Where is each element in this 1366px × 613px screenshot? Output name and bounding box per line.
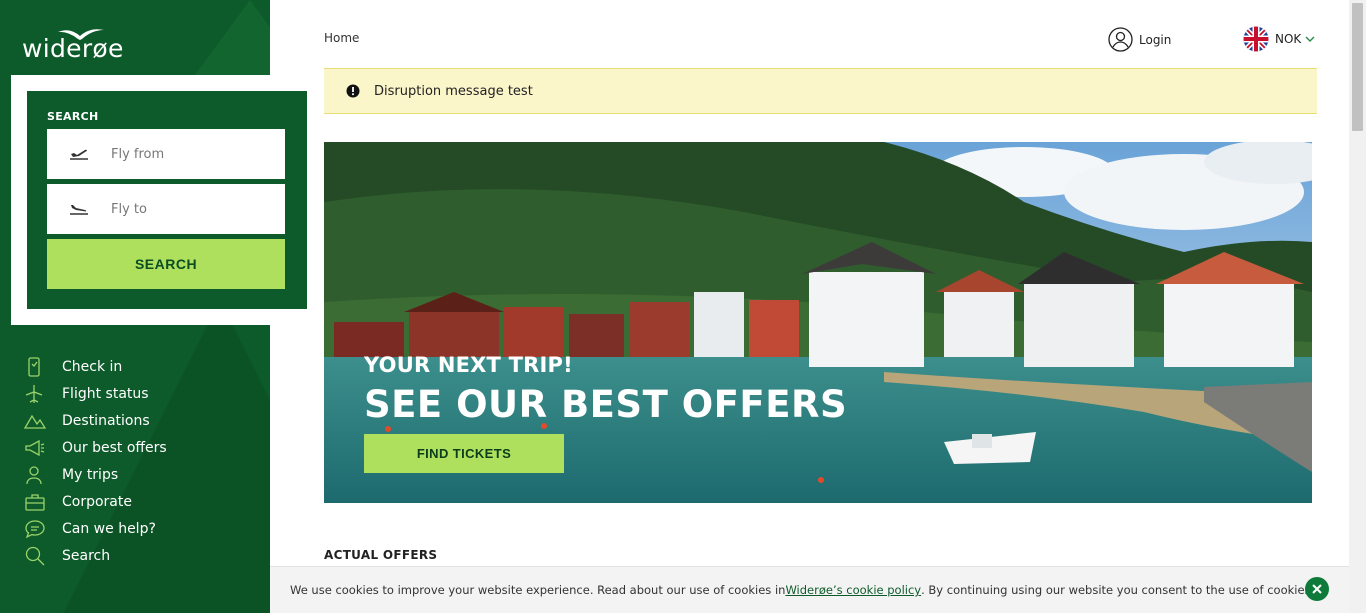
nav-item-search[interactable]: Search xyxy=(24,542,167,569)
disruption-alert: Disruption message test xyxy=(324,68,1317,114)
plane-icon xyxy=(24,384,62,404)
nav-item-help[interactable]: Can we help? xyxy=(24,515,167,542)
breadcrumb[interactable]: Home xyxy=(324,31,359,45)
megaphone-icon xyxy=(24,438,62,458)
nav-item-destinations[interactable]: Destinations xyxy=(24,407,167,434)
chat-icon xyxy=(24,519,62,539)
cookie-close-button[interactable] xyxy=(1305,577,1329,601)
search-button[interactable]: SEARCH xyxy=(47,239,285,289)
alert-text: Disruption message test xyxy=(374,83,533,99)
nav-item-best-offers[interactable]: Our best offers xyxy=(24,434,167,461)
nav-label: My trips xyxy=(62,466,119,483)
takeoff-icon xyxy=(47,147,111,161)
mountain-icon xyxy=(24,411,62,431)
search-icon xyxy=(24,546,62,566)
user-icon xyxy=(24,465,62,485)
hero-title: SEE OUR BEST OFFERS xyxy=(364,383,848,426)
fly-from-field[interactable]: Fly from xyxy=(47,129,285,179)
login-button[interactable]: Login xyxy=(1108,27,1171,52)
nav-item-my-trips[interactable]: My trips xyxy=(24,461,167,488)
nav-label: Can we help? xyxy=(62,520,156,537)
nav-label: Destinations xyxy=(62,412,150,429)
nav-item-corporate[interactable]: Corporate xyxy=(24,488,167,515)
uk-flag-icon xyxy=(1243,26,1269,52)
offers-heading: ACTUAL OFFERS xyxy=(324,548,438,562)
hero-subtitle: YOUR NEXT TRIP! xyxy=(364,353,573,377)
cookie-text-before: We use cookies to improve your website e… xyxy=(290,583,786,597)
briefcase-icon xyxy=(24,492,62,512)
cookie-policy-link[interactable]: Widerøe’s cookie policy xyxy=(785,583,921,597)
search-title: SEARCH xyxy=(47,110,99,123)
page-scrollbar[interactable] xyxy=(1349,0,1366,613)
find-tickets-button[interactable]: FIND TICKETS xyxy=(364,434,564,473)
exclamation-icon xyxy=(346,84,360,98)
nav-label: Our best offers xyxy=(62,439,167,456)
nav-label: Corporate xyxy=(62,493,132,510)
nav-label: Search xyxy=(62,547,111,564)
cookie-banner: We use cookies to improve your website e… xyxy=(270,566,1349,613)
landing-icon xyxy=(47,202,111,216)
fly-to-field[interactable]: Fly to xyxy=(47,184,285,234)
phone-icon xyxy=(24,356,62,377)
currency-selector[interactable]: NOK xyxy=(1243,26,1315,52)
nav-label: Check in xyxy=(62,358,123,375)
nav-item-check-in[interactable]: Check in xyxy=(24,353,167,380)
chevron-down-icon xyxy=(1305,36,1315,42)
scrollbar-thumb[interactable] xyxy=(1352,3,1363,131)
nav-item-flight-status[interactable]: Flight status xyxy=(24,380,167,407)
currency-label: NOK xyxy=(1275,32,1302,46)
user-circle-icon xyxy=(1108,27,1133,52)
close-icon xyxy=(1312,584,1322,594)
fly-to-placeholder: Fly to xyxy=(111,201,147,217)
nav-label: Flight status xyxy=(62,385,149,402)
cookie-text-after: . By continuing using our website you co… xyxy=(921,583,1315,597)
fly-from-placeholder: Fly from xyxy=(111,146,165,162)
brand-logo[interactable]: widerøe xyxy=(22,34,124,63)
login-label: Login xyxy=(1139,32,1172,47)
sidebar-nav: Check in Flight status Destinations Our … xyxy=(24,353,167,569)
